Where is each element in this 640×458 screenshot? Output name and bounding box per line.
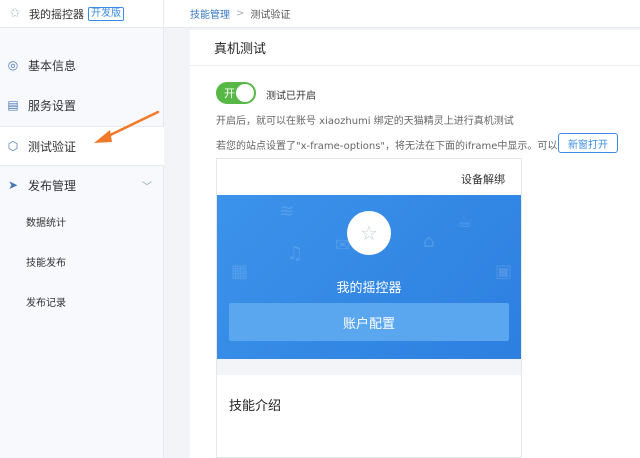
decor-hat-icon: ⌂ bbox=[423, 231, 435, 252]
sidebar: ✩ 我的摇控器 开发版 ◎ 基本信息 ▤ 服务设置 ⬡ 测试验证 ➤ 发布管理 … bbox=[0, 0, 164, 458]
toggle-label: 开 bbox=[224, 87, 235, 100]
sidebar-item-basic-info[interactable]: ◎ 基本信息 bbox=[0, 52, 164, 78]
toggle-status-text: 测试已开启 bbox=[266, 91, 316, 102]
open-new-window-button[interactable]: 新窗打开 bbox=[558, 133, 618, 153]
account-config-button[interactable]: 账户配置 bbox=[229, 303, 509, 341]
sidebar-subitem-stats[interactable]: 数据统计 bbox=[26, 214, 66, 229]
decor-cup-icon: ☕ bbox=[457, 211, 474, 232]
unbind-device-link[interactable]: 设备解绑 bbox=[461, 171, 505, 187]
skill-intro-heading: 技能介绍 bbox=[229, 399, 282, 414]
breadcrumb-current: 测试验证 bbox=[250, 10, 291, 21]
section-divider bbox=[217, 359, 521, 375]
sidebar-subitem-publish[interactable]: 技能发布 bbox=[26, 254, 66, 269]
page-title: 真机测试 bbox=[190, 30, 640, 66]
decor-wifi-icon: ≋ bbox=[279, 201, 295, 222]
skill-name: 我的摇控器 bbox=[336, 281, 402, 296]
skill-star-icon: ☆ bbox=[347, 211, 391, 255]
send-icon: ➤ bbox=[7, 178, 19, 192]
test-icon: ⬡ bbox=[7, 139, 19, 153]
sidebar-item-label: 基本信息 bbox=[28, 58, 77, 73]
breadcrumb-parent[interactable]: 技能管理 bbox=[190, 6, 230, 21]
decor-music-icon: ♫ bbox=[287, 243, 304, 264]
sidebar-item-label: 发布管理 bbox=[28, 178, 77, 193]
app-name: 我的摇控器 bbox=[29, 7, 84, 21]
main-panel: 真机测试 开 测试已开启 开启后，就可以在账号 xiaozhumi 绑定的天猫精… bbox=[190, 30, 640, 458]
sidebar-item-publish-manage[interactable]: ➤ 发布管理 ﹀ bbox=[0, 172, 164, 198]
skill-hero-banner: ▦ ≋ ♫ ✉ ⌂ ☕ ▣ ☆ 我的摇控器 账户配置 bbox=[217, 195, 521, 359]
annotation-arrow-icon bbox=[94, 110, 160, 143]
dev-badge: 开发版 bbox=[88, 6, 124, 21]
test-toggle-switch[interactable]: 开 bbox=[216, 82, 256, 104]
settings-icon: ▤ bbox=[7, 98, 19, 112]
toggle-knob bbox=[236, 84, 254, 102]
sidebar-item-label: 测试验证 bbox=[28, 139, 77, 154]
breadcrumb: 技能管理 > 测试验证 bbox=[164, 0, 640, 28]
star-logo-icon: ✩ bbox=[9, 6, 21, 21]
iframe-warning-text: 若您的站点设置了"x-frame-options"，将无法在下面的iframe中… bbox=[216, 141, 578, 152]
description-text: 开启后，就可以在账号 xiaozhumi 绑定的天猫精灵上进行真机测试 bbox=[216, 116, 514, 127]
sidebar-item-label: 服务设置 bbox=[28, 98, 77, 113]
sidebar-subitem-records[interactable]: 发布记录 bbox=[26, 294, 66, 309]
info-icon: ◎ bbox=[7, 58, 19, 72]
brand-header: ✩ 我的摇控器 开发版 bbox=[0, 0, 163, 28]
chevron-down-icon: ﹀ bbox=[142, 181, 152, 193]
breadcrumb-separator: > bbox=[236, 8, 245, 19]
device-preview-frame: 设备解绑 ▦ ≋ ♫ ✉ ⌂ ☕ ▣ ☆ 我的摇控器 账户配置 技能介绍 bbox=[216, 158, 522, 458]
